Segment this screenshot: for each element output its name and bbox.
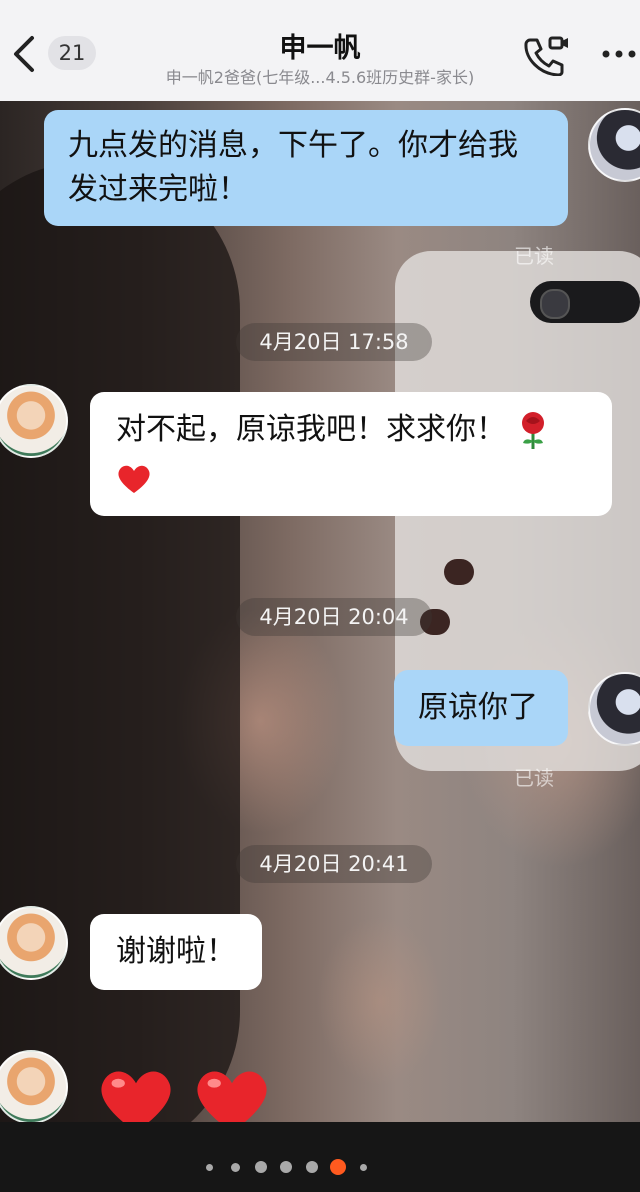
background-photo-lens [540,289,570,319]
read-status: 已读 [514,244,554,268]
page-dot-active[interactable] [330,1159,346,1175]
phone-call-icon[interactable] [520,32,570,76]
message-timestamp: 4月20日 17:58 [236,323,432,361]
image-viewer-bottom-bar [0,1122,640,1192]
message-text: 对不起，原谅我吧！求求你！ [116,412,506,447]
message-timestamp: 4月20日 20:04 [236,598,432,636]
message-text-line: 发过来完啦！ [68,172,248,207]
background-photo-nail [444,559,474,585]
page-dot[interactable] [360,1164,367,1171]
message-timestamp: 4月20日 20:41 [236,845,432,883]
read-status: 已读 [514,766,554,790]
incoming-message-bubble[interactable]: 对不起，原谅我吧！求求你！ [90,392,612,516]
message-text: 原谅你了 [418,690,538,725]
page-dot[interactable] [280,1161,292,1173]
message-text: 谢谢啦！ [116,934,236,969]
page-dot[interactable] [306,1161,318,1173]
message-text-line: 九点发的消息，下午了。你才给我 [68,128,518,163]
outgoing-message-bubble[interactable]: 原谅你了 [394,670,568,746]
page-dot[interactable] [231,1163,240,1172]
chat-header: 21 申一帆 申一帆2爸爸(七年级...4.5.6班历史群-家长) [0,0,640,101]
page-dot[interactable] [206,1164,213,1171]
more-icon[interactable] [598,36,640,72]
page-dot[interactable] [255,1161,267,1173]
outgoing-message-bubble[interactable]: 九点发的消息，下午了。你才给我 发过来完啦！ [44,110,568,226]
incoming-message-bubble[interactable]: 谢谢啦！ [90,914,262,990]
heart-icon [118,465,150,493]
rose-icon [521,411,544,449]
